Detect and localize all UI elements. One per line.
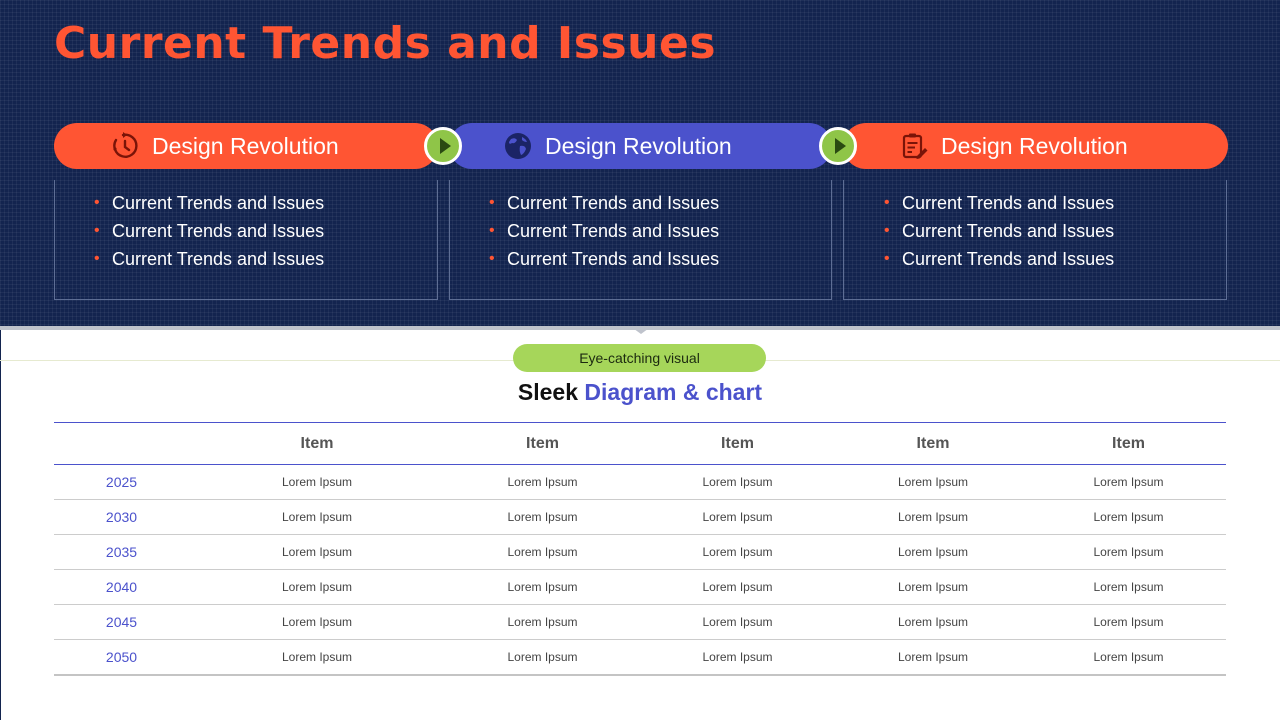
list-item: Current Trends and Issues — [884, 221, 1114, 249]
table-cell: Lorem Ipsum — [897, 545, 969, 559]
table-cell: Lorem Ipsum — [897, 510, 969, 524]
table-cell: Lorem Ipsum — [507, 510, 578, 524]
row-year: 2035 — [105, 544, 138, 560]
table-row: 2045 Lorem Ipsum Lorem Ipsum Lorem Ipsum… — [54, 605, 1226, 640]
table-cell: Lorem Ipsum — [281, 510, 353, 524]
step-1-bullet-list: Current Trends and Issues Current Trends… — [94, 193, 324, 277]
step-2-bullet-list: Current Trends and Issues Current Trends… — [489, 193, 719, 277]
list-item: Current Trends and Issues — [94, 193, 324, 221]
globe-icon — [503, 131, 533, 161]
table-cell: Lorem Ipsum — [1093, 649, 1164, 664]
clipboard-edit-icon — [899, 131, 929, 161]
row-year: 2040 — [105, 579, 138, 595]
page-title: Current Trends and Issues — [54, 18, 717, 69]
table-cell: Lorem Ipsum — [1093, 545, 1164, 559]
list-item: Current Trends and Issues — [94, 221, 324, 249]
column-header: Item — [526, 434, 559, 452]
table-cell: Lorem Ipsum — [281, 545, 353, 559]
step-3-bullet-list: Current Trends and Issues Current Trends… — [884, 193, 1114, 277]
step-connector-2 — [819, 127, 857, 165]
row-year: 2045 — [105, 614, 138, 630]
step-3-pill: Design Revolution — [843, 123, 1228, 169]
step-1-pill: Design Revolution — [54, 123, 438, 169]
table-cell: Lorem Ipsum — [507, 580, 578, 594]
table-cell: Lorem Ipsum — [702, 545, 773, 559]
header-notch — [630, 326, 652, 334]
subtitle-plain: Sleek — [517, 379, 579, 405]
step-1-label: Design Revolution — [152, 132, 339, 159]
table-row: 2030 Lorem Ipsum Lorem Ipsum Lorem Ipsum… — [54, 500, 1226, 535]
step-2-label: Design Revolution — [545, 132, 732, 159]
table-cell: Lorem Ipsum — [897, 580, 969, 594]
row-year: 2030 — [105, 509, 138, 525]
table-cell: Lorem Ipsum — [281, 580, 353, 594]
table-cell: Lorem Ipsum — [702, 580, 773, 594]
table-cell: Lorem Ipsum — [507, 615, 578, 629]
table-cell: Lorem Ipsum — [507, 649, 578, 664]
column-header: Item — [721, 434, 754, 452]
table-cell: Lorem Ipsum — [281, 475, 353, 489]
table-cell: Lorem Ipsum — [1093, 580, 1164, 594]
play-arrow-icon — [834, 138, 846, 154]
row-year: 2025 — [105, 474, 138, 490]
table-cell: Lorem Ipsum — [702, 615, 773, 629]
table-cell: Lorem Ipsum — [507, 545, 578, 559]
list-item: Current Trends and Issues — [884, 193, 1114, 221]
table-row: 2040 Lorem Ipsum Lorem Ipsum Lorem Ipsum… — [54, 570, 1226, 605]
table-row: 2050 Lorem Ipsum Lorem Ipsum Lorem Ipsum… — [54, 640, 1226, 675]
step-connector-1 — [424, 127, 462, 165]
table-row: 2025 Lorem Ipsum Lorem Ipsum Lorem Ipsum… — [54, 465, 1226, 500]
column-header — [54, 423, 189, 465]
step-2-pill: Design Revolution — [449, 123, 832, 169]
subtitle-accent: Diagram & chart — [584, 379, 763, 405]
table-cell: Lorem Ipsum — [1093, 615, 1164, 629]
table-cell: Lorem Ipsum — [702, 475, 773, 489]
table-row: 2035 Lorem Ipsum Lorem Ipsum Lorem Ipsum… — [54, 535, 1226, 570]
list-item: Current Trends and Issues — [489, 249, 719, 277]
table-cell: Lorem Ipsum — [702, 510, 773, 524]
step-3-label: Design Revolution — [941, 132, 1128, 159]
table-cell: Lorem Ipsum — [897, 475, 969, 489]
list-item: Current Trends and Issues — [489, 221, 719, 249]
table-cell: Lorem Ipsum — [1093, 510, 1164, 524]
play-arrow-icon — [439, 138, 451, 154]
list-item: Current Trends and Issues — [884, 249, 1114, 277]
list-item: Current Trends and Issues — [94, 249, 324, 277]
table-cell: Lorem Ipsum — [507, 475, 578, 489]
table-cell: Lorem Ipsum — [897, 615, 969, 629]
table-cell: Lorem Ipsum — [281, 649, 353, 664]
column-header: Item — [1112, 434, 1145, 452]
table-cell: Lorem Ipsum — [702, 649, 773, 664]
data-table: Item Item Item Item Item 2025 Lorem Ipsu… — [54, 422, 1226, 676]
timer-icon — [110, 131, 140, 161]
column-header: Item — [916, 434, 950, 452]
table-cell: Lorem Ipsum — [281, 615, 353, 629]
table-cell: Lorem Ipsum — [1093, 475, 1164, 489]
row-year: 2050 — [105, 648, 138, 665]
column-header: Item — [300, 434, 334, 452]
eye-catching-badge: Eye-catching visual — [513, 344, 766, 372]
table-cell: Lorem Ipsum — [897, 649, 969, 664]
list-item: Current Trends and Issues — [489, 193, 719, 221]
table-header-row: Item Item Item Item Item — [54, 422, 1226, 465]
section-subtitle: Sleek Diagram & chart — [0, 379, 1280, 406]
